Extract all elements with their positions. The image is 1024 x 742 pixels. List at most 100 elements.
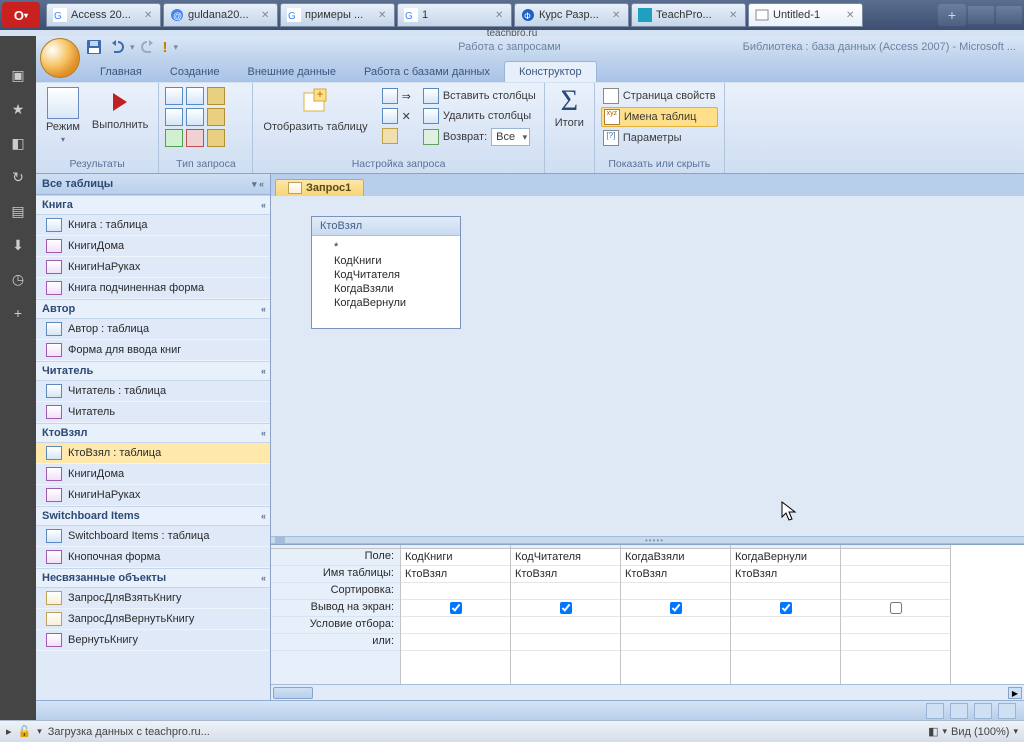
qbe-criteria-cell[interactable] xyxy=(731,617,840,634)
browser-tab[interactable]: Gпримеры ...✕ xyxy=(280,3,395,27)
new-tab-button[interactable]: + xyxy=(938,4,966,26)
nav-item[interactable]: ЗапросДляВернутьКнигу xyxy=(36,609,270,630)
nav-item[interactable]: Switchboard Items : таблица xyxy=(36,526,270,547)
nav-group-header[interactable]: КтоВзял« xyxy=(36,423,270,443)
qbe-column[interactable]: КодКнигиКтоВзял xyxy=(401,545,511,684)
property-sheet-button[interactable]: Страница свойств xyxy=(601,87,718,105)
tab-create[interactable]: Создание xyxy=(156,62,234,82)
nav-group-header[interactable]: Автор« xyxy=(36,299,270,319)
splitter[interactable]: ••••• xyxy=(271,536,1024,544)
close-icon[interactable]: ✕ xyxy=(846,10,856,20)
query-tab[interactable]: Запрос1 xyxy=(275,179,364,196)
qbe-or-cell[interactable] xyxy=(511,634,620,651)
qbe-table-cell[interactable]: КтоВзял xyxy=(511,566,620,583)
tab-external[interactable]: Внешние данные xyxy=(234,62,350,82)
window-maximize[interactable] xyxy=(996,6,1022,24)
qbe-table-cell[interactable]: КтоВзял xyxy=(621,566,730,583)
qbe-sort-cell[interactable] xyxy=(511,583,620,600)
design-canvas[interactable]: КтоВзял *КодКнигиКодЧитателяКогдаВзялиКо… xyxy=(271,196,1024,536)
view-pivot-icon[interactable] xyxy=(998,703,1016,719)
show-checkbox[interactable] xyxy=(670,602,682,614)
qbe-column[interactable]: КогдаВзялиКтоВзял xyxy=(621,545,731,684)
qbe-table-cell[interactable]: КтоВзял xyxy=(401,566,510,583)
nav-group-header[interactable]: Книга« xyxy=(36,195,270,215)
view-design-icon[interactable] xyxy=(926,703,944,719)
show-checkbox[interactable] xyxy=(890,602,902,614)
tab-dbtools[interactable]: Работа с базами данных xyxy=(350,62,504,82)
nav-item[interactable]: Читатель xyxy=(36,402,270,423)
qbe-criteria-cell[interactable] xyxy=(511,617,620,634)
qbe-table-cell[interactable] xyxy=(841,566,950,583)
panel-widgets-icon[interactable]: ◧ xyxy=(9,134,27,152)
opera-menu-button[interactable]: O▾ xyxy=(2,2,40,28)
show-table-button[interactable]: + Отобразить таблицу xyxy=(259,85,371,135)
qbe-show-cell[interactable] xyxy=(621,600,730,617)
qbe-field-cell[interactable] xyxy=(841,549,950,566)
panel-history-icon[interactable]: ◷ xyxy=(9,270,27,288)
qbe-field-cell[interactable]: КодКниги xyxy=(401,549,510,566)
nav-group-header[interactable]: Читатель« xyxy=(36,361,270,381)
qbe-column[interactable]: КогдаВернулиКтоВзял xyxy=(731,545,841,684)
browser-tab[interactable]: G1✕ xyxy=(397,3,512,27)
panel-notes-icon[interactable]: ▤ xyxy=(9,202,27,220)
panel-toggle-icon[interactable]: ▸ xyxy=(6,725,12,738)
nav-item[interactable]: Автор : таблица xyxy=(36,319,270,340)
tab-home[interactable]: Главная xyxy=(86,62,156,82)
show-checkbox[interactable] xyxy=(560,602,572,614)
nav-item[interactable]: КнигиДома xyxy=(36,464,270,485)
field-item[interactable]: КодЧитателя xyxy=(312,268,460,282)
delete-columns-button[interactable]: Удалить столбцы xyxy=(421,107,538,125)
nav-group-header[interactable]: Switchboard Items« xyxy=(36,506,270,526)
insert-columns-button[interactable]: Вставить столбцы xyxy=(421,87,538,105)
panel-bookmarks-icon[interactable]: ▣ xyxy=(9,66,27,84)
nav-item[interactable]: Читатель : таблица xyxy=(36,381,270,402)
return-combo[interactable]: Возврат: Все xyxy=(421,127,538,147)
qbe-or-cell[interactable] xyxy=(731,634,840,651)
view-sql-icon[interactable] xyxy=(950,703,968,719)
close-icon[interactable]: ✕ xyxy=(612,10,622,20)
qbe-or-cell[interactable] xyxy=(621,634,730,651)
horizontal-scrollbar[interactable]: ▶ xyxy=(271,684,1024,700)
nav-item[interactable]: Форма для ввода книг xyxy=(36,340,270,361)
browser-tab[interactable]: TeachPro...✕ xyxy=(631,3,746,27)
view-button[interactable]: Режим ▾ xyxy=(42,85,84,146)
qbe-grid[interactable]: Поле: Имя таблицы: Сортировка: Вывод на … xyxy=(271,544,1024,684)
nav-item[interactable]: Кнопочная форма xyxy=(36,547,270,568)
navigation-pane[interactable]: Все таблицы▾ « Книга«Книга : таблицаКниг… xyxy=(36,174,271,700)
field-item[interactable]: * xyxy=(312,240,460,254)
close-icon[interactable]: ✕ xyxy=(378,10,388,20)
qbe-show-cell[interactable] xyxy=(401,600,510,617)
qbe-field-cell[interactable]: КогдаВернули xyxy=(731,549,840,566)
save-icon[interactable] xyxy=(86,39,102,55)
redo-icon[interactable] xyxy=(141,39,157,55)
nav-item[interactable]: Книга подчиненная форма xyxy=(36,278,270,299)
qbe-criteria-cell[interactable] xyxy=(401,617,510,634)
totals-button[interactable]: Σ Итоги xyxy=(551,85,588,131)
panel-add-icon[interactable]: + xyxy=(9,304,27,322)
table-names-button[interactable]: xyzИмена таблиц xyxy=(601,107,718,127)
nav-group-header[interactable]: Несвязанные объекты« xyxy=(36,568,270,588)
nav-item[interactable]: КтоВзял : таблица xyxy=(36,443,270,464)
nav-item[interactable]: КнигиНаРуках xyxy=(36,257,270,278)
qbe-sort-cell[interactable] xyxy=(731,583,840,600)
panel-sync-icon[interactable]: ↻ xyxy=(9,168,27,186)
nav-item[interactable]: КнигиДома xyxy=(36,236,270,257)
window-minimize[interactable] xyxy=(968,6,994,24)
undo-icon[interactable] xyxy=(108,39,124,55)
browser-tab[interactable]: ФКурс Разр...✕ xyxy=(514,3,629,27)
show-checkbox[interactable] xyxy=(780,602,792,614)
nav-item[interactable]: ВернутьКнигу xyxy=(36,630,270,651)
close-icon[interactable]: ✕ xyxy=(144,10,154,20)
qbe-field-cell[interactable]: КодЧитателя xyxy=(511,549,620,566)
browser-tab[interactable]: GAccess 20...✕ xyxy=(46,3,161,27)
qbe-show-cell[interactable] xyxy=(511,600,620,617)
panel-star-icon[interactable]: ★ xyxy=(9,100,27,118)
qbe-sort-cell[interactable] xyxy=(841,583,950,600)
insert-rows-button[interactable]: ⇒ xyxy=(380,87,413,105)
qbe-or-cell[interactable] xyxy=(401,634,510,651)
field-item[interactable]: КогдаВзяли xyxy=(312,282,460,296)
qbe-criteria-cell[interactable] xyxy=(621,617,730,634)
tab-design[interactable]: Конструктор xyxy=(504,61,597,82)
zoom-label[interactable]: Вид (100%) xyxy=(951,726,1009,738)
close-icon[interactable]: ✕ xyxy=(495,10,505,20)
